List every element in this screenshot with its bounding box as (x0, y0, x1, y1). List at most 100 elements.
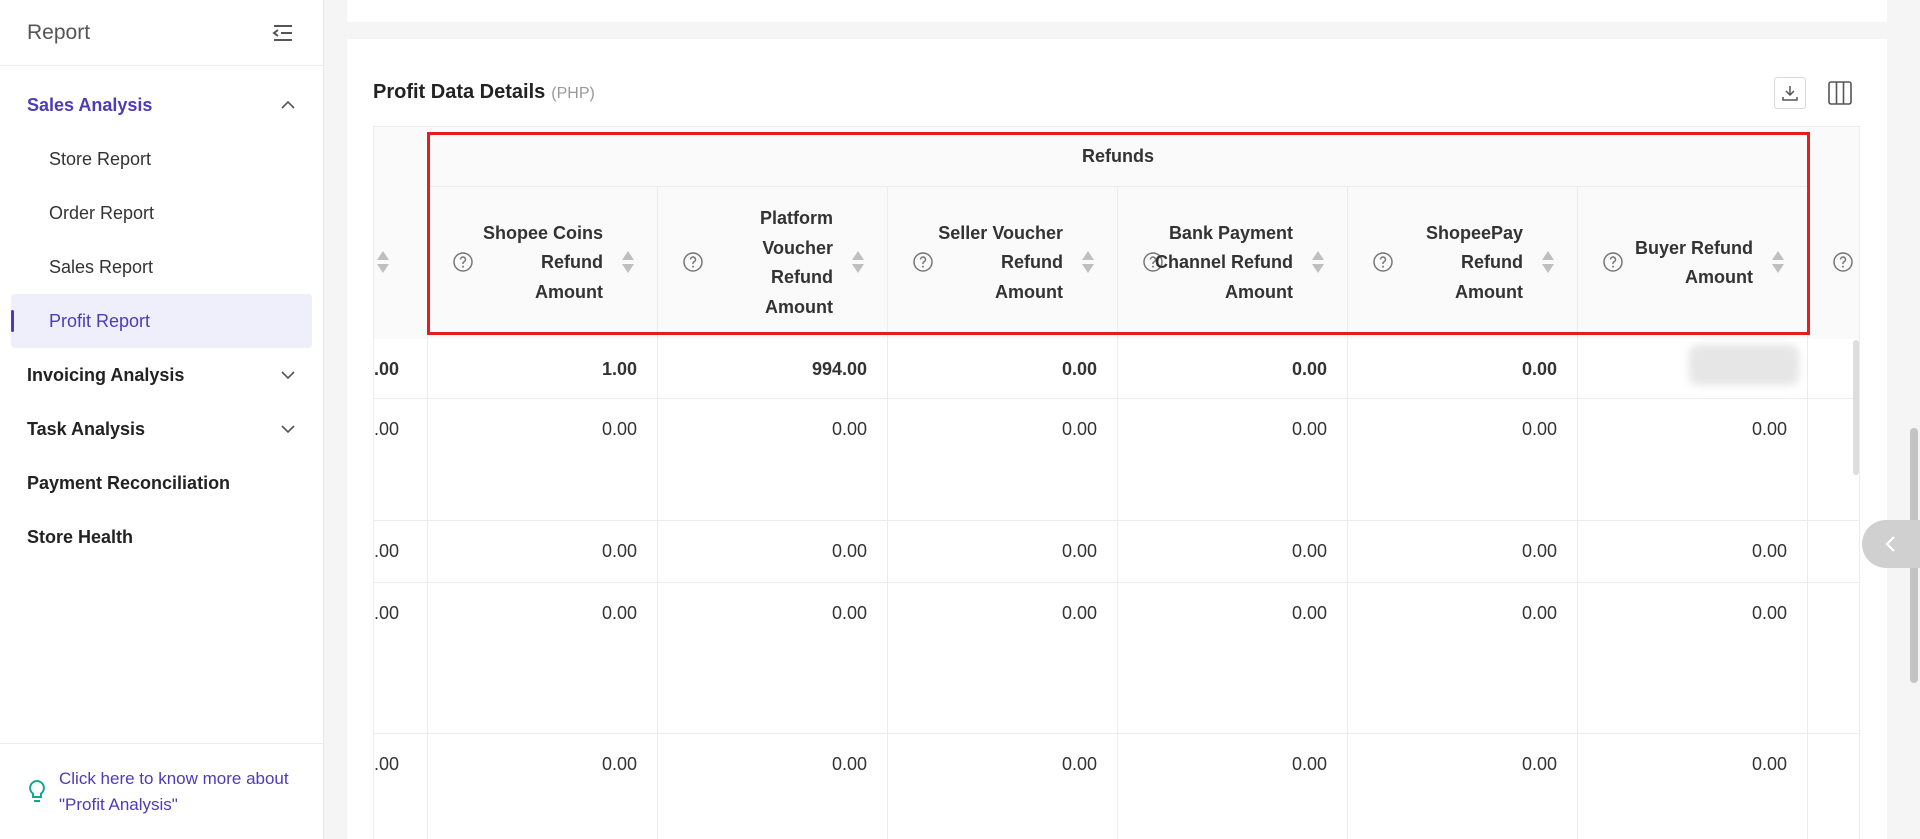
lightbulb-icon (29, 779, 45, 802)
sidebar-item-profit-report[interactable]: Profit Report (11, 294, 312, 348)
cell-value: 0.00 (1061, 359, 1097, 379)
nav-section-task-analysis[interactable]: Task Analysis (0, 402, 323, 456)
column-header[interactable]: Seller Voucher Refund Amount (888, 187, 1118, 339)
table-cell: 0.00 (428, 399, 658, 520)
column-header-label: ShopeePay Refund Amount (1425, 222, 1523, 302)
table-cell: 0.00 (1348, 521, 1578, 582)
collapse-sidebar-icon[interactable] (270, 22, 296, 44)
previous-card-bottom (347, 0, 1887, 22)
sort-icon[interactable] (1771, 249, 1785, 275)
cell-value: 1.00 (601, 359, 637, 379)
table-cell: 0.00 (658, 583, 888, 733)
sidebar-footer: Click here to know more about "Profit An… (0, 743, 324, 839)
sort-icon[interactable] (1541, 249, 1555, 275)
cell-value: 0.00 (374, 419, 400, 439)
cell-value: 0.00 (1291, 603, 1327, 623)
sidebar-item-store-report[interactable]: Store Report (11, 132, 312, 186)
sidebar: Report Sales Analysis Store Report Order… (0, 0, 324, 839)
sort-icon[interactable] (376, 249, 390, 275)
help-circle-icon[interactable] (1832, 251, 1854, 273)
nav-section-invoicing-analysis[interactable]: Invoicing Analysis (0, 348, 323, 402)
column-settings-button[interactable] (1824, 77, 1856, 109)
table-cell: 0.00 (1118, 399, 1348, 520)
cell-value: 0.00 (1061, 419, 1097, 439)
download-icon (1782, 86, 1798, 101)
sidebar-item-order-report[interactable]: Order Report (11, 186, 312, 240)
chevron-down-icon (281, 371, 295, 380)
help-circle-icon[interactable] (1372, 251, 1394, 273)
table-cell: 0.00 (1348, 583, 1578, 733)
sidebar-item-label: Sales Report (49, 256, 154, 277)
table-cell: 1.00 (428, 339, 658, 398)
cell-value: 0.00 (1751, 541, 1787, 561)
cell-value: 0.00 (1521, 541, 1557, 561)
column-header-label: Seller Voucher Refund Amount (938, 222, 1063, 302)
table-cell: 0.00 (1348, 339, 1578, 398)
table-cell: 0.00 (428, 521, 658, 582)
sidebar-item-sales-report[interactable]: Sales Report (11, 240, 312, 294)
table-cell-partial-right (1808, 521, 1859, 582)
cell-value: 0.00 (601, 419, 637, 439)
table-cell: 0.00 (658, 399, 888, 520)
table-row: 0.00 0.00 0.00 0.00 0.00 0.00 0.00 (374, 399, 1859, 521)
table-cell: 994.00 (658, 339, 888, 398)
chevron-down-icon (281, 425, 295, 434)
nav-section-label: Payment Reconciliation (27, 472, 231, 493)
cell-value: 0.00 (1751, 603, 1787, 623)
column-header[interactable]: Platform Voucher Refund Amount (658, 187, 888, 339)
nav-section-payment-reconciliation[interactable]: Payment Reconciliation (0, 456, 323, 510)
sort-icon[interactable] (851, 249, 865, 275)
table-row: 0.00 0.00 0.00 0.00 0.00 0.00 0.00 (374, 734, 1859, 839)
table-row: 0.00 1.00 994.00 0.00 0.00 0.00 (374, 339, 1859, 399)
sidebar-item-label: Profit Report (49, 310, 151, 331)
cell-value: 0.00 (1061, 603, 1097, 623)
cell-value: 0.00 (1751, 754, 1787, 774)
help-circle-icon[interactable] (1602, 251, 1624, 273)
sidebar-item-label: Order Report (49, 202, 155, 223)
sort-icon[interactable] (1081, 249, 1095, 275)
cell-value: 0.00 (601, 541, 637, 561)
cell-value: 0.00 (1521, 419, 1557, 439)
column-header[interactable]: Shopee Coins Refund Amount (428, 187, 658, 339)
sort-icon[interactable] (621, 249, 635, 275)
cell-value: 0.00 (601, 754, 637, 774)
cell-value: 0.00 (1291, 419, 1327, 439)
cell-value: 0.00 (1291, 359, 1327, 379)
table-cell (1578, 339, 1808, 398)
card-title: Profit Data Details (373, 81, 546, 103)
expand-panel-button[interactable] (1862, 520, 1920, 568)
help-circle-icon[interactable] (682, 251, 704, 273)
table-cell-partial-right (1808, 583, 1859, 733)
column-header-partial (374, 187, 428, 339)
table-scrollbar[interactable] (1853, 340, 1859, 475)
column-header[interactable]: Bank Payment Channel Refund Amount (1118, 187, 1348, 339)
sort-icon[interactable] (1311, 249, 1325, 275)
sidebar-nav: Sales Analysis Store Report Order Report… (0, 66, 323, 564)
cell-value: 0.00 (831, 419, 867, 439)
table-cell: 0.00 (658, 521, 888, 582)
nav-section-store-health[interactable]: Store Health (0, 510, 323, 564)
help-circle-icon[interactable] (912, 251, 934, 273)
column-header[interactable]: ShopeePay Refund Amount (1348, 187, 1578, 339)
profit-analysis-help-link[interactable]: Click here to know more about "Profit An… (59, 766, 297, 818)
cell-value: 0.00 (831, 603, 867, 623)
help-circle-icon[interactable] (452, 251, 474, 273)
sidebar-title: Report (27, 20, 91, 44)
download-button[interactable] (1774, 77, 1806, 109)
cell-value: 0.00 (1521, 754, 1557, 774)
column-header[interactable]: Buyer Refund Amount (1578, 187, 1808, 339)
table-cell: 0.00 (428, 734, 658, 839)
cell-value: 0.00 (1291, 541, 1327, 561)
column-header-label: Shopee Coins Refund Amount (482, 222, 603, 302)
cell-value: 0.00 (1061, 754, 1097, 774)
table-row: 0.00 0.00 0.00 0.00 0.00 0.00 0.00 (374, 521, 1859, 583)
nav-section-label: Sales Analysis (27, 94, 153, 115)
column-header-label: Platform Voucher Refund Amount (759, 208, 833, 317)
nav-section-label: Store Health (27, 526, 134, 547)
table-cell: 0.00 (1118, 583, 1348, 733)
table-cell-partial: 0.00 (374, 521, 428, 582)
nav-section-sales-analysis[interactable]: Sales Analysis (0, 78, 323, 132)
cell-value: 0.00 (374, 754, 400, 774)
cell-value: 994.00 (811, 359, 867, 379)
table-row: 0.00 0.00 0.00 0.00 0.00 0.00 0.00 (374, 583, 1859, 734)
